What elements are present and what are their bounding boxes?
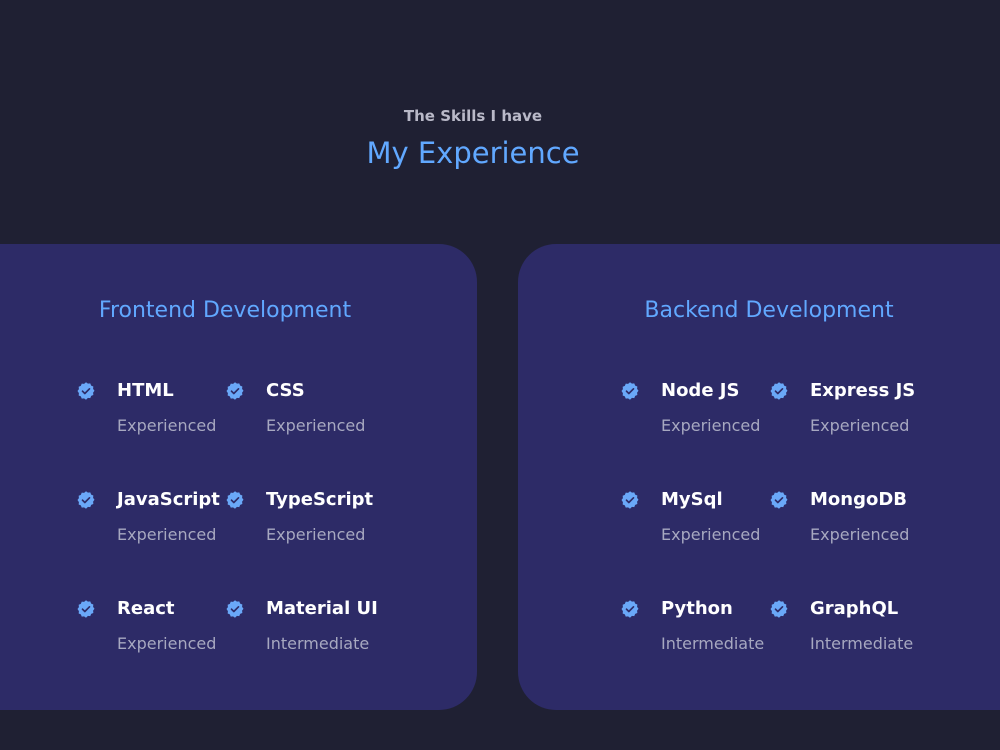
skill-level: Intermediate — [810, 634, 914, 653]
verified-badge-icon — [620, 599, 640, 619]
verified-badge-icon — [225, 490, 245, 510]
skill-name: Material UI — [266, 598, 378, 619]
skill-level: Experienced — [661, 525, 761, 544]
section-subtitle: The Skills I have — [403, 107, 543, 125]
frontend-card-title: Frontend Development — [98, 298, 352, 323]
verified-badge-icon — [620, 381, 640, 401]
skill-name: MongoDB — [810, 489, 908, 510]
verified-badge-icon — [769, 381, 789, 401]
skill-name: TypeScript — [266, 489, 374, 510]
skill-name: Express JS — [810, 380, 916, 401]
skill-name: JavaScript — [117, 489, 220, 510]
skill-level: Experienced — [810, 416, 910, 435]
skill-level: Experienced — [117, 416, 217, 435]
verified-badge-icon — [769, 599, 789, 619]
skill-name: MySql — [661, 489, 723, 510]
verified-badge-icon — [225, 599, 245, 619]
skill-level: Intermediate — [661, 634, 765, 653]
backend-card-title: Backend Development — [644, 298, 894, 323]
skill-name: GraphQL — [810, 598, 899, 619]
verified-badge-icon — [225, 381, 245, 401]
skill-name: CSS — [266, 380, 305, 401]
skill-level: Experienced — [117, 634, 217, 653]
skill-name: React — [117, 598, 175, 619]
skill-name: HTML — [117, 380, 174, 401]
skill-level: Intermediate — [266, 634, 370, 653]
skill-level: Experienced — [117, 525, 217, 544]
section-title: My Experience — [366, 136, 580, 170]
skill-level: Experienced — [661, 416, 761, 435]
verified-badge-icon — [76, 381, 96, 401]
verified-badge-icon — [620, 490, 640, 510]
skill-name: Node JS — [661, 380, 740, 401]
verified-badge-icon — [76, 490, 96, 510]
skill-level: Experienced — [810, 525, 910, 544]
skill-level: Experienced — [266, 416, 366, 435]
verified-badge-icon — [769, 490, 789, 510]
skill-name: Python — [661, 598, 733, 619]
skill-level: Experienced — [266, 525, 366, 544]
verified-badge-icon — [76, 599, 96, 619]
